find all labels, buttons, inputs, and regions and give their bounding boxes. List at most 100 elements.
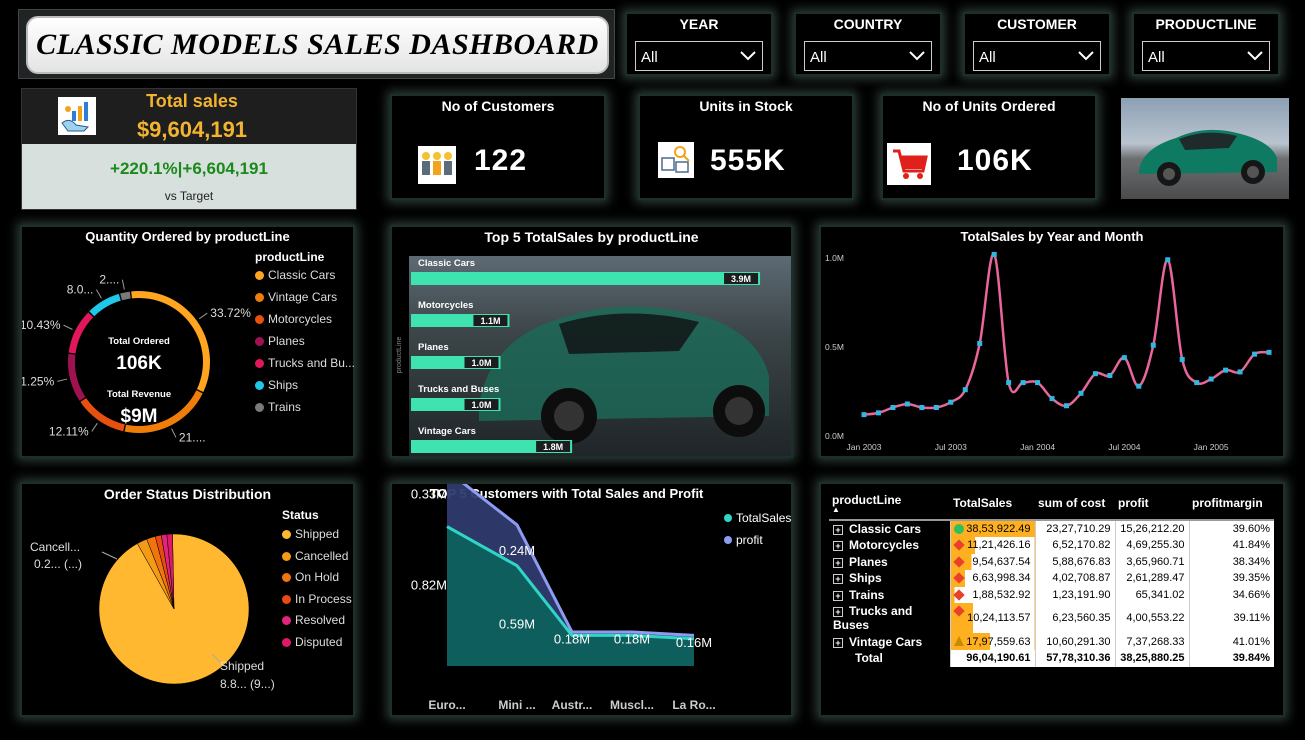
line-point[interactable] <box>1208 376 1214 382</box>
table-cell: 6,52,170.82 <box>1034 537 1115 554</box>
filter-country-select[interactable]: All <box>804 41 932 71</box>
donut-legend-item[interactable]: Trucks and Bu... <box>255 356 355 370</box>
expand-icon[interactable]: + <box>833 607 843 618</box>
expand-icon[interactable]: + <box>833 557 843 568</box>
line-point[interactable] <box>977 340 983 346</box>
bar-value-label: 1.8M <box>543 442 563 452</box>
pie-legend-item[interactable]: On Hold <box>282 570 339 584</box>
productline-cell[interactable]: + Classic Cars <box>829 520 950 537</box>
profit-table: productLine ▲ TotalSales sum of cost prof… <box>829 490 1274 667</box>
column-header[interactable]: TotalSales <box>950 490 1035 521</box>
productline-cell[interactable]: + Trucks and Buses <box>829 603 950 634</box>
donut-legend-item[interactable]: Motorcycles <box>255 312 332 326</box>
expand-icon[interactable]: + <box>833 590 843 601</box>
productline-cell[interactable]: + Trains <box>829 586 950 604</box>
pie-legend-item[interactable]: Shipped <box>282 527 339 541</box>
donut-legend-item[interactable]: Planes <box>255 334 305 348</box>
pie-legend-item[interactable]: Resolved <box>282 613 345 627</box>
chevron-down-icon[interactable] <box>1078 51 1094 61</box>
line-point[interactable] <box>1237 369 1243 375</box>
line-point[interactable] <box>875 410 881 416</box>
filter-productline-select[interactable]: All <box>1142 41 1270 71</box>
line-point[interactable] <box>1078 390 1084 396</box>
line-point[interactable] <box>1252 351 1258 357</box>
pie-legend-item[interactable]: Disputed <box>282 635 342 649</box>
table-row[interactable]: + Motorcycles 11,21,426.16 6,52,170.82 4,69,… <box>829 537 1274 554</box>
table-row[interactable]: + Trains 1,88,532.92 1,23,191.90 65,341.02 34… <box>829 586 1274 604</box>
line-point[interactable] <box>1150 342 1156 348</box>
line-point[interactable] <box>1107 372 1113 378</box>
filter-customer-select[interactable]: All <box>973 41 1101 71</box>
line-point[interactable] <box>890 405 896 411</box>
line-point[interactable] <box>1165 257 1171 263</box>
donut-legend-item[interactable]: Trains <box>255 400 301 414</box>
bar[interactable] <box>411 272 761 285</box>
bar-value-label: 3.9M <box>731 274 751 284</box>
productline-cell[interactable]: + Motorcycles <box>829 537 950 554</box>
filter-year[interactable]: YEAR All <box>625 12 773 76</box>
productline-cell[interactable]: + Vintage Cars <box>829 633 950 650</box>
donut-slice[interactable] <box>68 353 86 401</box>
column-header[interactable]: productLine ▲ <box>829 490 950 521</box>
donut-legend-item[interactable]: Ships <box>255 378 298 392</box>
line-point[interactable] <box>861 412 867 418</box>
kpi-ordered-value: 106K <box>957 144 1033 177</box>
table-row[interactable]: + Trucks and Buses 10,24,113.57 6,23,560.35… <box>829 603 1274 634</box>
chevron-down-icon[interactable] <box>909 51 925 61</box>
line-point[interactable] <box>948 399 954 405</box>
line-point[interactable] <box>1223 367 1229 373</box>
x-tick-label: Muscl... <box>610 698 654 712</box>
line-point[interactable] <box>1266 349 1272 355</box>
sort-asc-icon[interactable]: ▲ <box>832 506 947 514</box>
table-row[interactable]: + Classic Cars 38,53,922.49 23,27,710.29 15,… <box>829 520 1274 537</box>
donut-slice[interactable] <box>120 291 131 301</box>
expand-icon[interactable]: + <box>833 574 843 585</box>
line-point[interactable] <box>904 401 910 407</box>
order-status-pie: Cancell... 0.2... (...) Shipped 8.8... (… <box>30 533 275 691</box>
expand-icon[interactable]: + <box>833 524 843 535</box>
table-cell: 38.34% <box>1188 553 1274 571</box>
chevron-down-icon[interactable] <box>740 51 756 61</box>
line-point[interactable] <box>1136 383 1142 389</box>
line-point[interactable] <box>1006 380 1012 386</box>
table-row[interactable]: + Planes 9,54,637.54 5,88,676.83 3,65,960.71… <box>829 553 1274 571</box>
pie-legend-item[interactable]: Cancelled <box>282 549 348 563</box>
donut-slice[interactable] <box>68 312 94 354</box>
table-cell: 4,69,255.30 <box>1114 537 1189 554</box>
table-row[interactable]: + Vintage Cars 17,97,559.63 10,60,291.30 7,3… <box>829 633 1274 650</box>
line-point[interactable] <box>962 387 968 393</box>
line-point[interactable] <box>1049 396 1055 402</box>
line-point[interactable] <box>1194 380 1200 386</box>
indicator-diamond-icon <box>952 589 965 601</box>
pie-legend-item[interactable]: In Process <box>282 592 352 606</box>
column-header[interactable]: sum of cost <box>1035 490 1115 521</box>
area-legend-label[interactable]: TotalSales <box>736 511 791 525</box>
line-point[interactable] <box>1020 380 1026 386</box>
productline-cell[interactable]: + Ships <box>829 570 950 587</box>
donut-slice[interactable] <box>89 293 121 317</box>
expand-icon[interactable]: + <box>833 637 843 648</box>
filter-customer[interactable]: CUSTOMER All <box>963 12 1111 76</box>
line-point[interactable] <box>1121 355 1127 361</box>
line-point[interactable] <box>933 405 939 411</box>
line-point[interactable] <box>1064 403 1069 409</box>
line-point[interactable] <box>991 251 997 257</box>
donut-legend-item[interactable]: Vintage Cars <box>255 290 337 304</box>
column-header[interactable]: profitmargin <box>1189 490 1274 521</box>
area-legend-label[interactable]: profit <box>736 533 763 547</box>
expand-icon[interactable]: + <box>833 541 843 552</box>
productline-cell[interactable]: + Planes <box>829 553 950 571</box>
donut-center-value2: $9M <box>121 406 158 427</box>
sales-cell: 38,53,922.49 <box>949 520 1035 537</box>
line-point[interactable] <box>1035 380 1041 386</box>
line-point[interactable] <box>1092 371 1098 377</box>
chevron-down-icon[interactable] <box>1247 51 1263 61</box>
filter-productline[interactable]: PRODUCTLINE All <box>1132 12 1280 76</box>
donut-legend-item[interactable]: Classic Cars <box>255 268 335 282</box>
filter-country[interactable]: COUNTRY All <box>794 12 942 76</box>
filter-year-select[interactable]: All <box>635 41 763 71</box>
table-row[interactable]: + Ships 6,63,998.34 4,02,708.87 2,61,289.47 3… <box>829 570 1274 587</box>
line-point[interactable] <box>919 405 925 411</box>
line-point[interactable] <box>1179 356 1185 362</box>
column-header[interactable]: profit <box>1115 490 1189 521</box>
